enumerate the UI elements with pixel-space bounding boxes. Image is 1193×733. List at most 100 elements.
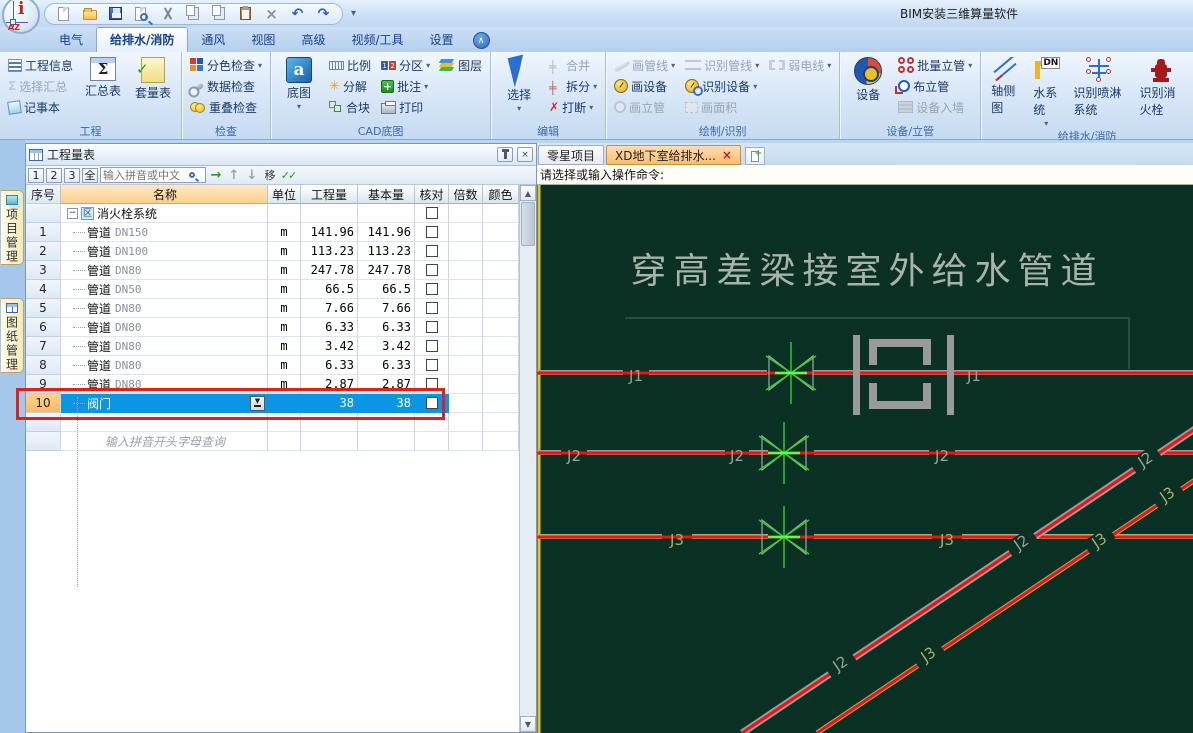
select-summary-button[interactable]: Σ选择汇总 [5,77,76,95]
undo-icon[interactable]: ↶ [289,5,306,22]
water-system-button[interactable]: DN 水系统▾ [1028,55,1064,128]
tab-video-tools[interactable]: 视频/工具 [338,28,416,52]
table-row-selected[interactable]: 10 阀门▼ 38 38 [26,394,536,413]
annotate-button[interactable]: +批注▾ [378,77,433,95]
new-document-icon[interactable] [55,5,72,22]
new-drawing-tab-button[interactable]: + [745,147,765,165]
tab-settings[interactable]: 设置 [417,28,467,52]
check-checkbox[interactable] [426,302,438,314]
header-check[interactable]: 核对 [415,185,449,204]
pin-icon[interactable] [497,147,513,162]
header-base[interactable]: 基本量 [358,185,415,204]
draw-area-button[interactable]: 画面积 [682,98,762,116]
scale-button[interactable]: 比例 [326,56,374,74]
pinyin-search-input[interactable] [103,169,189,182]
copy-icon[interactable] [185,5,202,22]
layer-button[interactable]: 图层 [437,56,485,74]
select-button[interactable]: 选择▾ [496,55,542,113]
data-check-button[interactable]: 数据检查 [187,77,265,95]
sidebar-tab-project-manage[interactable]: 项目管理 [1,190,24,265]
cut-icon[interactable] [159,5,176,22]
device-in-wall-button[interactable]: 设备入墙 [895,98,975,116]
recognize-device-button[interactable]: 识别设备▾ [682,77,762,95]
check-checkbox[interactable] [426,378,438,390]
explode-button[interactable]: ✳分解 [326,77,374,95]
level-1-button[interactable]: 1 [28,168,44,183]
table-row[interactable]: 4 管道DN50 m 66.5 66.5 [26,280,536,299]
close-tab-icon[interactable]: × [722,148,732,162]
print-preview-icon[interactable] [133,5,150,22]
level-all-button[interactable]: 全 [82,168,98,183]
summary-table-button[interactable]: Σ 汇总表 [80,55,126,99]
break-button[interactable]: ✗打断▾ [546,98,600,116]
check-checkbox[interactable] [426,283,438,295]
collapse-ribbon-icon[interactable]: ∧ [473,32,490,49]
base-drawing-button[interactable]: a 底图▾ [276,55,322,111]
project-info-button[interactable]: 工程信息 [5,56,76,74]
drawing-tab-misc[interactable]: 零星项目 [538,145,604,165]
quota-table-button[interactable]: ✓ 套量表 [130,55,176,101]
group-row-hydrant-system[interactable]: −区消火栓系统 [26,204,536,223]
table-row[interactable]: 6 管道DN80 m 6.33 6.33 [26,318,536,337]
drawing-tab-basement[interactable]: XD地下室给排水... × [606,145,741,165]
print-button[interactable]: 打印 [378,98,433,116]
header-name[interactable]: 名称 [61,185,268,204]
sidebar-tab-drawing-manage[interactable]: 图纸管理 [1,298,24,373]
tab-plumbing-fire[interactable]: 给排水/消防 [96,27,188,52]
check-checkbox[interactable] [426,359,438,371]
recognize-hydrant-button[interactable]: 识别消火栓 [1135,55,1188,118]
cad-canvas[interactable]: 穿高差梁接室外给水管道 J1 [537,185,1193,733]
check-checkbox[interactable] [426,264,438,276]
header-seq[interactable]: 序号 [26,185,61,204]
draw-pipeline-button[interactable]: 画管线▾ [611,56,678,74]
zone-button[interactable]: 12分区▾ [378,56,433,74]
move-icon[interactable]: 移 [262,167,278,183]
batch-riser-button[interactable]: 批量立管▾ [895,56,975,74]
header-unit[interactable]: 单位 [268,185,301,204]
level-3-button[interactable]: 3 [64,168,80,183]
header-multiple[interactable]: 倍数 [449,185,483,204]
recognize-sprinkler-button[interactable]: 识别喷淋系统 [1068,55,1130,118]
merge-block-button[interactable]: 合块 [326,98,374,116]
tab-electrical[interactable]: 电气 [46,28,96,52]
close-panel-icon[interactable]: × [517,147,533,162]
header-color[interactable]: 颜色 [483,185,519,204]
cad-drawing[interactable]: 穿高差梁接室外给水管道 J1 [537,185,1193,733]
draw-riser-button[interactable]: 画立管 [611,98,678,116]
scroll-up-icon[interactable]: ▲ [520,185,536,201]
name-dropdown-icon[interactable]: ▼ [250,396,265,411]
paste-icon[interactable] [237,5,254,22]
table-vertical-scrollbar[interactable]: ▲ ▼ [519,185,536,732]
toolbar-more-icon[interactable]: ▾ [351,8,356,19]
axonometric-button[interactable]: 轴侧图 [986,55,1024,116]
redo-icon[interactable]: ↷ [315,5,332,22]
check-checkbox[interactable] [426,340,438,352]
save-icon[interactable] [107,5,124,22]
weak-wire-button[interactable]: 弱电线▾ [766,56,834,74]
level-2-button[interactable]: 2 [46,168,62,183]
copy-as-icon[interactable] [211,5,228,22]
check-checkbox[interactable] [426,321,438,333]
check-checkbox[interactable] [426,207,438,219]
collapse-tree-icon[interactable]: − [67,208,78,219]
go-icon[interactable]: → [208,168,224,183]
table-row[interactable]: 1 管道DN150 m 141.96 141.96 [26,223,536,242]
scrollbar-thumb[interactable] [521,202,535,246]
check-checkbox[interactable] [426,397,438,409]
tab-view[interactable]: 视图 [238,28,288,52]
split-button[interactable]: 拆分▾ [546,77,600,95]
delete-icon[interactable]: × [263,5,280,22]
table-row[interactable]: 3 管道DN80 m 247.78 247.78 [26,261,536,280]
move-up-icon[interactable]: ↑ [226,168,242,183]
table-row[interactable]: 2 管道DN100 m 113.23 113.23 [26,242,536,261]
header-qty[interactable]: 工程量 [301,185,358,204]
draw-device-button[interactable]: 画设备 [611,77,678,95]
overlap-check-button[interactable]: 重叠检查 [187,98,265,116]
device-button[interactable]: 设备 [845,55,891,103]
merge-button[interactable]: 合并 [546,56,600,74]
color-check-button[interactable]: 分色检查▾ [187,56,265,74]
recognize-pipeline-button[interactable]: 识别管线▾ [682,56,762,74]
tab-ventilation[interactable]: 通风 [188,28,238,52]
notepad-button[interactable]: 记事本 [5,98,76,116]
table-row[interactable]: 7 管道DN80 m 3.42 3.42 [26,337,536,356]
